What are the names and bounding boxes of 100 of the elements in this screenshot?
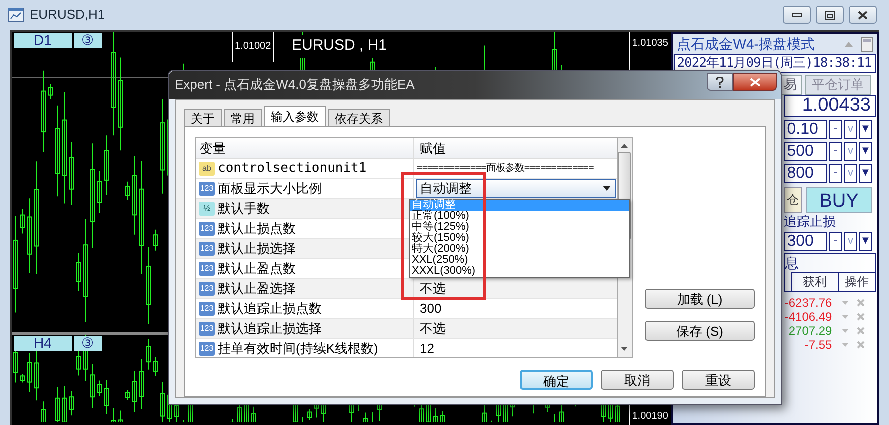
minimize-icon bbox=[792, 12, 802, 18]
type-icon: 123 bbox=[199, 262, 215, 276]
caret-icon[interactable] bbox=[842, 343, 850, 347]
caret-icon[interactable] bbox=[842, 301, 850, 305]
trailing-stop-label: 追踪止损 bbox=[784, 213, 838, 231]
dialog-button[interactable]: 确定 bbox=[520, 370, 593, 390]
side-button[interactable]: 加载 (L) bbox=[645, 289, 755, 309]
timeframe-badge: ③ bbox=[74, 33, 102, 48]
type-icon: 123 bbox=[199, 242, 215, 256]
dialog-button[interactable]: 取消 bbox=[601, 370, 674, 390]
parameter-value: 300 bbox=[419, 300, 442, 318]
dialog-title: Expert - 点石成金W4.0复盘操盘多功能EA bbox=[175, 76, 415, 94]
timeframe-label: H4 bbox=[14, 336, 72, 351]
caret-icon[interactable] bbox=[842, 329, 850, 333]
restore-button[interactable] bbox=[816, 6, 844, 24]
parameter-value: 不选 bbox=[419, 320, 446, 338]
spinner-button[interactable]: - bbox=[829, 120, 842, 139]
dropdown-option[interactable]: XXL(250%) bbox=[410, 255, 629, 266]
spinner-button[interactable]: ▼ bbox=[859, 142, 872, 161]
window-title: EURUSD,H1 bbox=[30, 6, 106, 24]
close-position-button[interactable]: 仓 bbox=[784, 187, 802, 213]
caret-icon[interactable] bbox=[842, 315, 850, 319]
spinner-button[interactable]: - bbox=[829, 232, 842, 251]
scroll-up-icon[interactable] bbox=[621, 144, 628, 148]
dropdown-option[interactable]: 特大(200%) bbox=[410, 244, 629, 255]
dialog-tab[interactable]: 常用 bbox=[224, 109, 262, 126]
parameter-name: 默认追踪止损选择 bbox=[218, 320, 322, 338]
type-icon: 123 bbox=[199, 282, 215, 296]
close-icon bbox=[750, 78, 760, 86]
value-combo[interactable]: 自动调整 bbox=[416, 179, 616, 198]
profit-value: -4106.49 bbox=[784, 309, 832, 326]
collapse-icon[interactable] bbox=[845, 42, 853, 46]
caret-icon bbox=[602, 186, 611, 191]
price-display: 1.00433 bbox=[784, 95, 876, 117]
profit-value: -6237.76 bbox=[784, 295, 832, 312]
restore-icon bbox=[825, 10, 835, 20]
spinner-value[interactable]: 300 bbox=[784, 232, 828, 251]
type-icon: 123 bbox=[199, 182, 215, 196]
dialog-button[interactable]: 重设 bbox=[682, 370, 755, 390]
scroll-down-icon[interactable] bbox=[621, 347, 628, 351]
panel-title: 点石成金W4-操盘模式 bbox=[677, 34, 815, 54]
spinner-button[interactable]: ▼ bbox=[859, 120, 872, 139]
axis-label: 1.00190 bbox=[631, 410, 668, 424]
parameter-name: 默认追踪止损点数 bbox=[218, 300, 322, 318]
close-icon[interactable] bbox=[857, 299, 866, 307]
dropdown-option[interactable]: 中等(125%) bbox=[410, 222, 629, 233]
timeframe-label: D1 bbox=[14, 33, 72, 48]
price-label: 1.01002 bbox=[232, 32, 274, 62]
spinner-value[interactable]: 500 bbox=[784, 142, 828, 161]
spinner-button[interactable]: ▼ bbox=[859, 232, 872, 251]
type-icon: 123 bbox=[199, 322, 215, 336]
column-header: 操作 bbox=[844, 274, 870, 291]
close-icon[interactable] bbox=[857, 313, 866, 321]
datetime-field: 2022年11月09日(周三)18:38:11 bbox=[674, 54, 876, 73]
spinner-value[interactable]: 0.10 bbox=[784, 120, 828, 139]
calculator-icon[interactable] bbox=[861, 36, 873, 52]
parameter-name: 默认止损点数 bbox=[218, 220, 296, 238]
parameter-value: 12 bbox=[419, 340, 434, 357]
close-icon[interactable] bbox=[857, 341, 866, 349]
timeframe-badge: ③ bbox=[74, 336, 102, 351]
close-icon bbox=[858, 10, 868, 20]
column-header: 赋值 bbox=[419, 140, 447, 158]
side-button[interactable]: 保存 (S) bbox=[645, 321, 755, 341]
info-title: 息 bbox=[785, 254, 800, 272]
close-icon[interactable] bbox=[857, 327, 866, 335]
parameter-name: 默认止损选择 bbox=[218, 240, 296, 258]
parameter-name: 默认止盈选择 bbox=[218, 280, 296, 298]
help-icon bbox=[716, 76, 724, 88]
dialog-tab[interactable]: 关于 bbox=[184, 109, 222, 126]
column-header: 获利 bbox=[791, 273, 839, 291]
dialog-tab[interactable]: 依存关系 bbox=[328, 109, 390, 126]
close-button[interactable] bbox=[733, 73, 777, 91]
chart-window-icon bbox=[8, 8, 24, 22]
column-header: 变量 bbox=[196, 138, 414, 158]
type-icon: 123 bbox=[199, 342, 215, 356]
help-button[interactable] bbox=[707, 73, 733, 91]
dropdown-option[interactable]: 正常(100%) bbox=[410, 211, 629, 222]
parameter-name: 挂单有效时间(持续K线根数) bbox=[218, 340, 378, 357]
combo-value: 自动调整 bbox=[420, 180, 472, 198]
dropdown-option[interactable]: XXXL(300%) bbox=[410, 266, 629, 277]
buy-button[interactable]: BUY bbox=[806, 187, 872, 213]
type-icon: 123 bbox=[199, 302, 215, 316]
spinner-button[interactable]: - bbox=[829, 142, 842, 161]
spinner-value[interactable]: 800 bbox=[784, 164, 828, 183]
type-icon: ½ bbox=[199, 202, 215, 216]
profit-value: 2707.29 bbox=[788, 323, 832, 340]
parameter-name: 默认止盈点数 bbox=[218, 260, 296, 278]
close-button[interactable] bbox=[849, 6, 877, 24]
minimize-button[interactable] bbox=[783, 6, 811, 24]
type-icon: ab bbox=[199, 162, 215, 176]
spinner-button[interactable]: - bbox=[829, 164, 842, 183]
parameter-value: =============面板参数============= bbox=[416, 162, 594, 176]
dropdown-option[interactable]: 较大(150%) bbox=[410, 233, 629, 244]
type-icon: 123 bbox=[199, 222, 215, 236]
spinner-button[interactable]: ▼ bbox=[859, 164, 872, 183]
axis-label: 1.01035 bbox=[631, 37, 670, 51]
dialog-tab[interactable]: 输入参数 bbox=[264, 106, 326, 126]
parameter-value: 不选 bbox=[419, 280, 446, 298]
parameter-name: 面板显示大小比例 bbox=[218, 180, 322, 198]
parameter-name: 默认手数 bbox=[218, 200, 270, 218]
